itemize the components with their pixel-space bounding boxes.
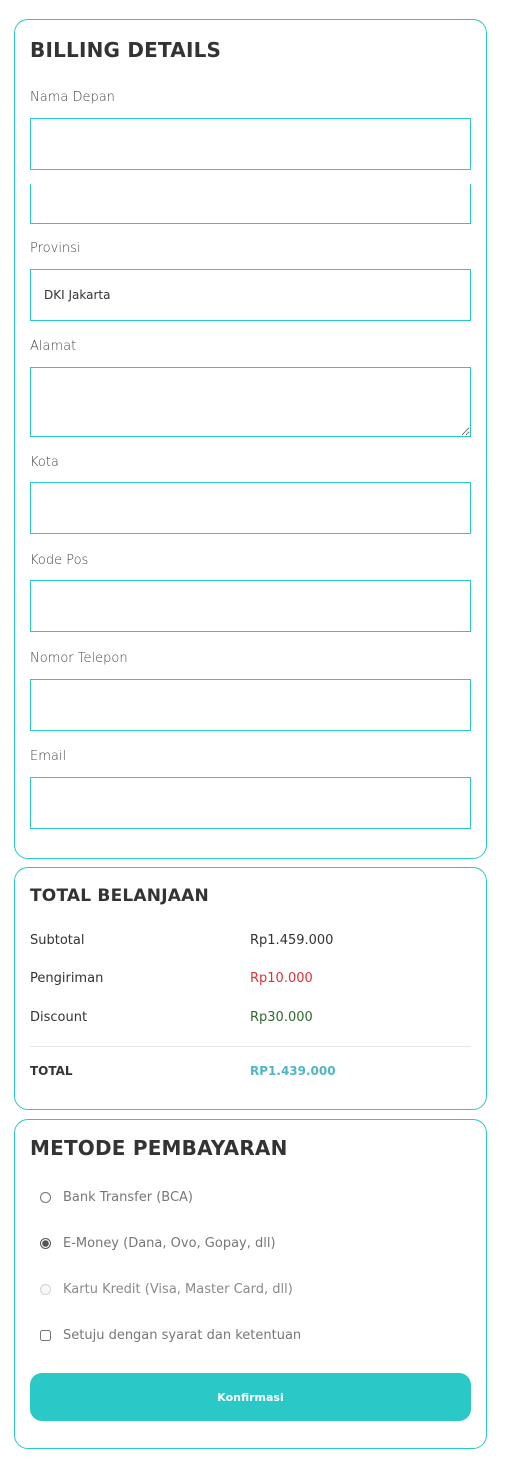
confirm-button[interactable]: Konfirmasi: [30, 1373, 471, 1421]
total-label: TOTAL: [30, 1064, 73, 1078]
city-label: Kota: [30, 455, 59, 470]
phone-label: Nomor Telepon: [30, 651, 128, 666]
bank-transfer-label: Bank Transfer (BCA): [63, 1189, 193, 1205]
first-name-input[interactable]: [30, 118, 471, 170]
agree-terms-checkbox[interactable]: [40, 1329, 51, 1341]
subtotal-value: Rp1.459.000: [250, 933, 334, 948]
billing-details-card: BILLING DETAILS Nama Depan Provinsi Alam…: [14, 19, 487, 859]
first-name-label: Nama Depan: [30, 90, 115, 105]
payment-option-credit-card: Kartu Kredit (Visa, Master Card, dll): [40, 1279, 293, 1299]
email-input[interactable]: [30, 777, 471, 829]
summary-title: TOTAL BELANJAAN: [30, 886, 209, 906]
credit-card-radio: [40, 1283, 51, 1295]
billing-title: BILLING DETAILS: [30, 38, 222, 62]
postal-code-input[interactable]: [30, 580, 471, 632]
emoney-label: E-Money (Dana, Ovo, Gopay, dll): [63, 1235, 276, 1251]
payment-method-card: METODE PEMBAYARAN Bank Transfer (BCA) E-…: [14, 1119, 487, 1449]
order-summary-card: TOTAL BELANJAAN Subtotal Rp1.459.000 Pen…: [14, 867, 487, 1110]
subtotal-label: Subtotal: [30, 933, 85, 948]
discount-label: Discount: [30, 1010, 88, 1025]
province-input[interactable]: [30, 269, 471, 321]
shipping-label: Pengiriman: [30, 971, 104, 986]
province-label: Provinsi: [30, 241, 81, 256]
address-textarea[interactable]: [30, 367, 471, 437]
last-name-input[interactable]: [30, 184, 471, 224]
city-input[interactable]: [30, 482, 471, 534]
bank-transfer-radio[interactable]: [40, 1191, 51, 1203]
postal-code-label: Kode Pos: [30, 553, 89, 568]
summary-divider: [30, 1046, 471, 1047]
total-value: RP1.439.000: [250, 1064, 336, 1078]
agree-terms-label: Setuju dengan syarat dan ketentuan: [63, 1327, 302, 1343]
email-label: Email: [30, 749, 67, 764]
payment-option-emoney[interactable]: E-Money (Dana, Ovo, Gopay, dll): [40, 1233, 276, 1253]
phone-input[interactable]: [30, 679, 471, 731]
agree-terms[interactable]: Setuju dengan syarat dan ketentuan: [40, 1325, 301, 1345]
address-label: Alamat: [30, 339, 77, 354]
payment-title: METODE PEMBAYARAN: [30, 1136, 288, 1160]
payment-option-bank-transfer[interactable]: Bank Transfer (BCA): [40, 1187, 193, 1207]
shipping-value: Rp10.000: [250, 971, 313, 986]
emoney-radio[interactable]: [40, 1237, 51, 1249]
discount-value: Rp30.000: [250, 1010, 313, 1025]
credit-card-label: Kartu Kredit (Visa, Master Card, dll): [63, 1281, 293, 1297]
